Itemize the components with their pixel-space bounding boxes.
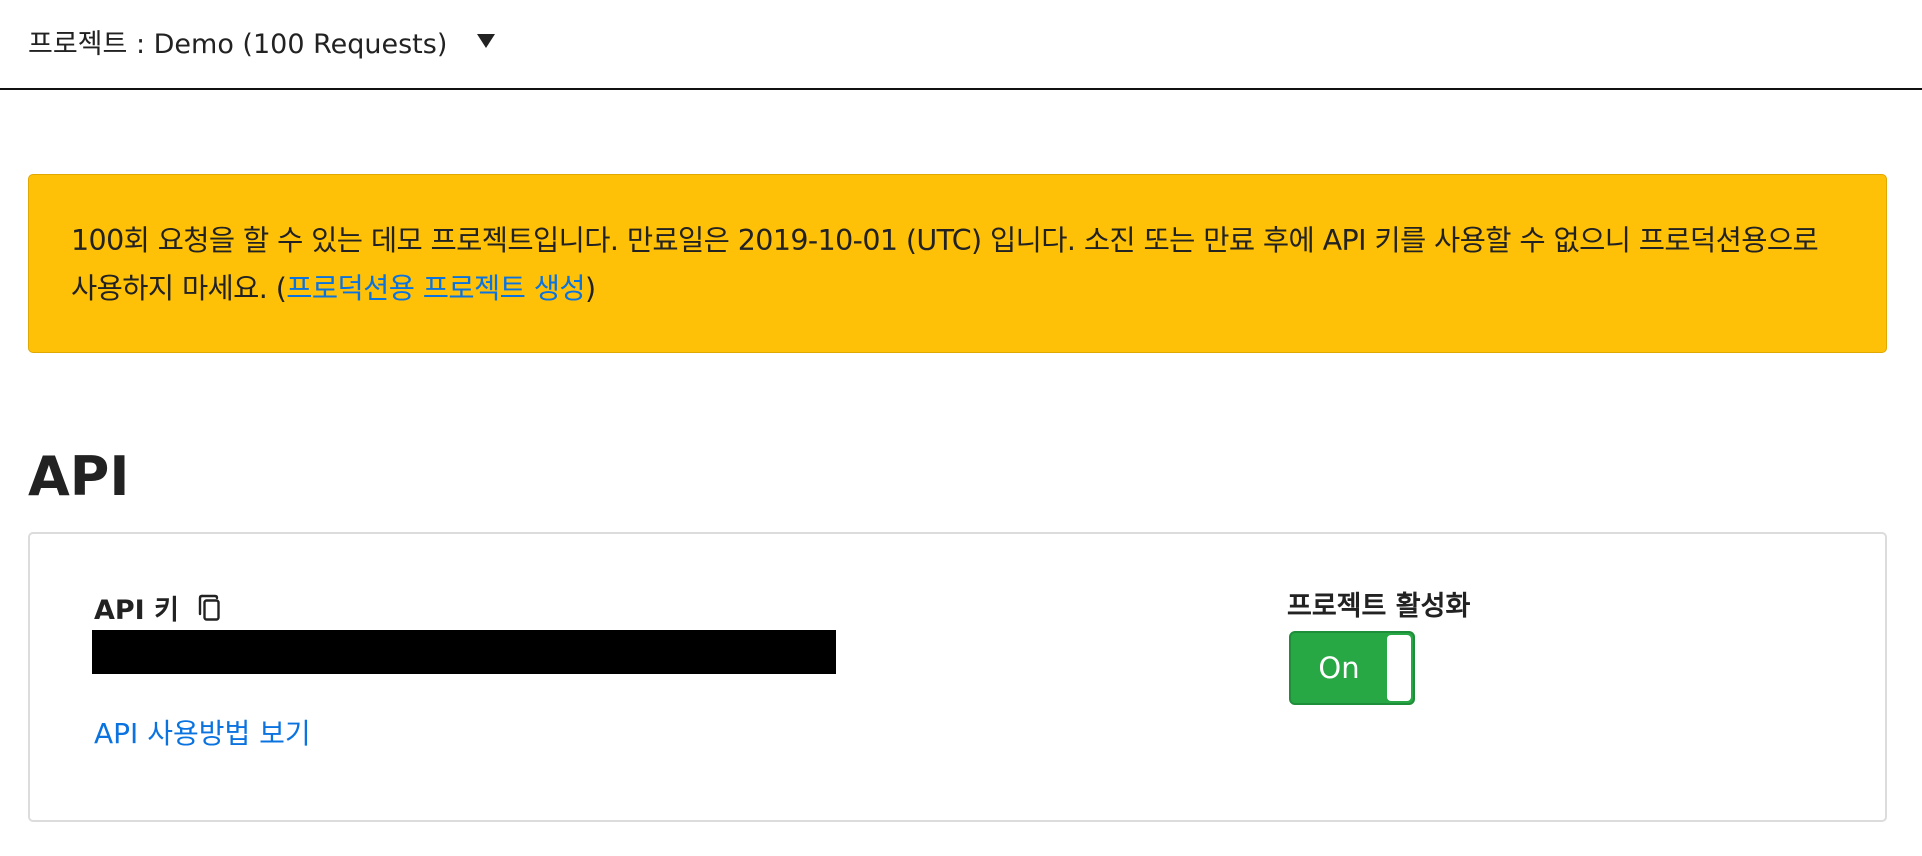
api-usage-link[interactable]: API 사용방법 보기 (94, 712, 311, 752)
create-production-project-link[interactable]: 프로덕션용 프로젝트 생성 (286, 272, 585, 305)
api-key-label: API 키 (94, 595, 179, 626)
alert-suffix: ) (585, 272, 596, 305)
section-title: API (28, 445, 130, 508)
api-key-heading: API 키 (94, 588, 225, 627)
demo-warning-alert: 100회 요청을 할 수 있는 데모 프로젝트입니다. 만료일은 2019-10… (28, 174, 1887, 353)
project-selector[interactable]: 프로젝트 : Demo (100 Requests) (28, 20, 496, 62)
header-bar: 프로젝트 : Demo (100 Requests) (0, 0, 1922, 90)
project-activation-label: 프로젝트 활성화 (1287, 591, 1471, 622)
caret-down-icon[interactable] (477, 34, 496, 48)
copy-icon[interactable] (193, 592, 225, 624)
api-key-value-redacted (92, 630, 836, 674)
toggle-knob[interactable] (1387, 635, 1411, 701)
project-activation-toggle[interactable]: On (1289, 631, 1415, 705)
api-card: API 키 API 사용방법 보기 프로젝트 활성화 On (28, 532, 1887, 822)
project-selector-label: 프로젝트 : Demo (100 Requests) (28, 28, 448, 60)
toggle-state-text: On (1318, 651, 1360, 685)
